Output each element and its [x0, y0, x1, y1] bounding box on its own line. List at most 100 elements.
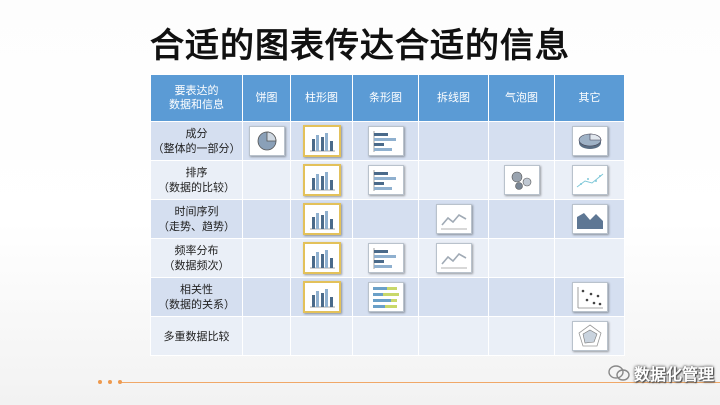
corner-header-line2: 数据和信息: [169, 98, 224, 111]
pie-3d-icon: [578, 133, 601, 149]
table-row: 频率分布 （数据频次）: [150, 238, 625, 278]
matrix-cell: [554, 160, 625, 200]
matrix-cell: [554, 199, 625, 239]
column-chart-icon: [309, 172, 335, 191]
matrix-cell: [418, 199, 489, 239]
matrix-cell: [242, 316, 291, 356]
row-header: 多重数据比较: [150, 316, 243, 356]
corner-header-line1: 要表达的: [174, 84, 219, 97]
line-chart-icon: [440, 252, 467, 269]
chart-thumbnail: [503, 165, 540, 195]
matrix-cell: [290, 160, 353, 200]
stacked-bar-icon: [372, 287, 399, 308]
matrix-cell: [352, 238, 419, 278]
matrix-cell: [488, 199, 555, 239]
column-header-bar: 条形图: [352, 74, 419, 122]
bar-chart-icon: [373, 131, 396, 152]
matrix-cell: [418, 316, 489, 356]
row-header: 成分 （整体的一部分）: [150, 121, 243, 161]
page-title: 合适的图表传达合适的信息: [150, 26, 570, 66]
table-row: 相关性 （数据的关系）: [150, 277, 625, 317]
column-chart-icon: [309, 133, 335, 152]
row-label: 成分: [185, 127, 208, 140]
table-row: 排序 （数据的比较）: [150, 160, 625, 200]
chart-thumbnail: [367, 282, 404, 312]
row-sublabel: （走势、趋势）: [158, 220, 235, 233]
matrix-cell: [290, 277, 353, 317]
matrix-cell: [242, 199, 291, 239]
chart-thumbnail: [571, 282, 608, 312]
column-header-line: 拆线图: [418, 74, 489, 122]
chart-thumbnail: [302, 281, 341, 313]
matrix-cell: [242, 277, 291, 317]
column-chart-icon: [309, 211, 335, 230]
line-chart-icon: [440, 213, 467, 230]
row-label: 多重数据比较: [163, 329, 230, 343]
chart-thumbnail: [367, 165, 404, 195]
row-header: 频率分布 （数据频次）: [150, 238, 243, 278]
row-label: 排序: [185, 166, 208, 179]
matrix-cell: [352, 199, 419, 239]
matrix-cell: [554, 277, 625, 317]
scatter-line-icon: [576, 173, 603, 188]
matrix-cell: [418, 238, 489, 278]
row-sublabel: （数据频次）: [163, 259, 230, 272]
column-chart-icon: [309, 250, 335, 269]
row-label: 频率分布: [174, 244, 219, 257]
table-row: 成分 （整体的一部分）: [150, 121, 625, 161]
radar-chart-icon: [578, 324, 601, 347]
matrix-cell: [554, 316, 625, 356]
table-row: 多重数据比较: [150, 316, 625, 356]
watermark: 数据化管理: [608, 362, 714, 384]
column-header-bubble: 气泡图: [488, 74, 555, 122]
column-header-other: 其它: [554, 74, 625, 122]
decorative-dot: [108, 380, 112, 384]
matrix-cell: [488, 160, 555, 200]
chart-thumbnail: [302, 242, 341, 274]
matrix-cell: [488, 238, 555, 278]
chart-thumbnail: [367, 126, 404, 156]
column-header-pie: 饼图: [242, 74, 291, 122]
chart-selection-matrix: 要表达的 数据和信息 饼图 柱形图 条形图 拆线图 气泡图 其它 成分 （整体的一…: [150, 74, 625, 356]
matrix-cell: [352, 121, 419, 161]
area-chart-icon: [576, 213, 603, 229]
matrix-cell: [290, 316, 353, 356]
bubble-chart-icon: [511, 171, 531, 190]
chart-thumbnail: [571, 165, 608, 195]
matrix-cell: [352, 316, 419, 356]
matrix-cell: [290, 238, 353, 278]
decorative-dot: [118, 380, 122, 384]
header-row: 要表达的 数据和信息 饼图 柱形图 条形图 拆线图 气泡图 其它: [150, 74, 625, 122]
matrix-cell: [242, 238, 291, 278]
matrix-cell: [488, 277, 555, 317]
matrix-cell: [352, 160, 419, 200]
matrix-cell: [418, 160, 489, 200]
chart-thumbnail: [248, 126, 285, 156]
matrix-cell: [418, 121, 489, 161]
chart-thumbnail: [367, 243, 404, 273]
row-header: 时间序列 （走势、趋势）: [150, 199, 243, 239]
matrix-cell: [554, 238, 625, 278]
matrix-cell: [290, 121, 353, 161]
row-header: 排序 （数据的比较）: [150, 160, 243, 200]
column-header-column: 柱形图: [290, 74, 353, 122]
matrix-cell: [242, 160, 291, 200]
matrix-cell: [488, 316, 555, 356]
matrix-cell: [242, 121, 291, 161]
chart-thumbnail: [571, 321, 608, 351]
decorative-dot: [98, 380, 102, 384]
matrix-cell: [352, 277, 419, 317]
column-chart-icon: [309, 289, 335, 308]
chart-thumbnail: [302, 164, 341, 196]
chart-thumbnail: [435, 204, 472, 234]
chart-thumbnail: [571, 204, 608, 234]
row-label: 时间序列: [174, 205, 219, 218]
row-sublabel: （整体的一部分）: [152, 142, 241, 155]
bar-chart-icon: [373, 170, 396, 191]
chart-thumbnail: [302, 203, 341, 235]
row-header: 相关性 （数据的关系）: [150, 277, 243, 317]
bar-chart-icon: [373, 248, 396, 269]
matrix-cell: [488, 121, 555, 161]
wechat-icon: [608, 365, 630, 381]
pie-chart-icon: [257, 131, 276, 151]
